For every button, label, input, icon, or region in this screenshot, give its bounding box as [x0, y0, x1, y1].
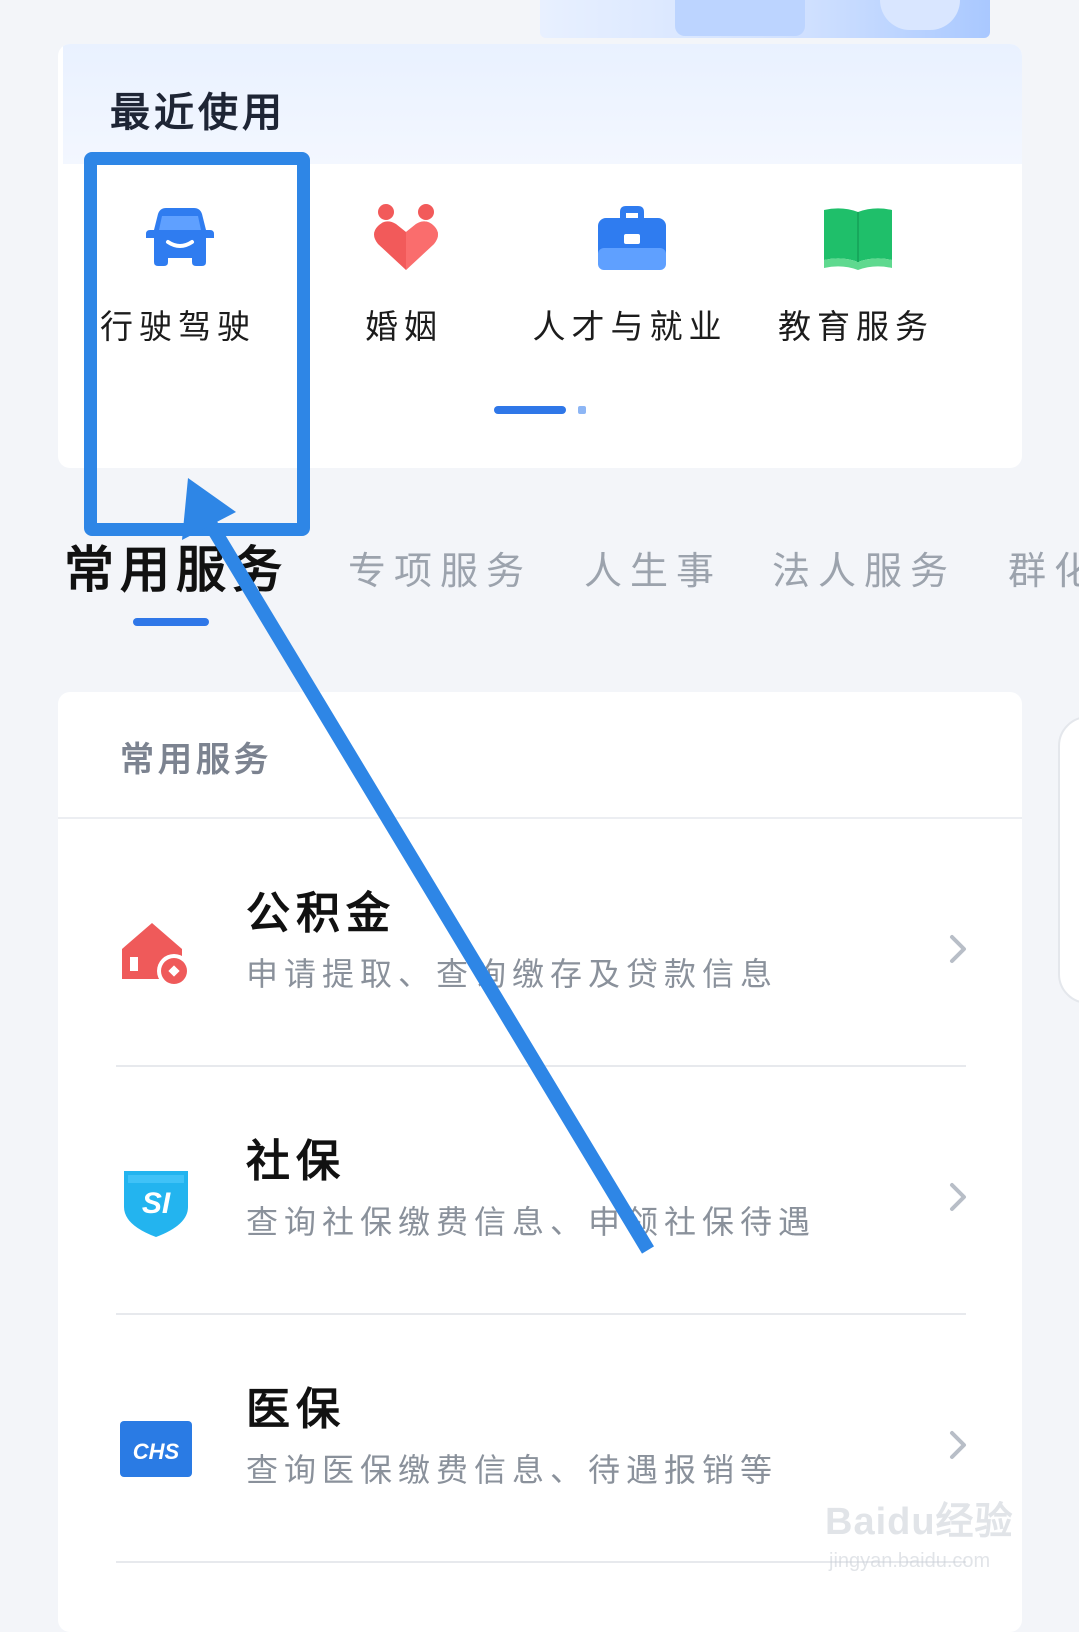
briefcase-icon [598, 206, 666, 270]
pager-dot[interactable] [578, 406, 586, 414]
recent-item-label: 人才与就业 [532, 307, 728, 346]
chevron-right-icon [950, 935, 966, 963]
book-icon [824, 208, 892, 270]
banner-graphic [675, 0, 805, 36]
service-name: 医保 [246, 1384, 346, 1435]
service-desc: 查询医保缴费信息、待遇报销等 [246, 1451, 779, 1489]
banner-peek[interactable] [540, 0, 990, 38]
recent-item-talent-employment[interactable]: 人才与就业 [530, 204, 730, 364]
service-item-housing-fund[interactable]: 公积金 申请提取、查询缴存及贷款信息 [58, 819, 1022, 1067]
recent-item-label: 教育服务 [778, 307, 934, 346]
watermark: Baidu经验 jingyan.baidu.com [825, 1490, 1025, 1590]
service-item-social-security[interactable]: SI 社保 查询社保缴费信息、申领社保待遇 [58, 1067, 1022, 1315]
tab-common-services[interactable]: 常用服务 [64, 530, 288, 602]
common-services-title: 常用服务 [120, 740, 272, 780]
chevron-right-icon [950, 1431, 966, 1459]
svg-text:CHS: CHS [133, 1439, 180, 1464]
service-name: 公积金 [246, 888, 396, 939]
tab-group-services[interactable]: 群化 [1008, 540, 1079, 595]
service-desc: 查询社保缴费信息、申领社保待遇 [246, 1203, 817, 1241]
service-desc: 申请提取、查询缴存及贷款信息 [246, 955, 779, 993]
chs-icon: CHS [120, 1421, 192, 1477]
si-shield-icon: SI [124, 1171, 188, 1237]
recent-item-education[interactable]: 教育服务 [756, 204, 956, 364]
annotation-highlight-box [84, 152, 310, 536]
tab-special-services[interactable]: 专项服务 [348, 540, 532, 595]
recent-used-title: 最近使用 [110, 90, 286, 136]
recent-item-marriage[interactable]: 婚姻 [304, 204, 504, 364]
tab-legal-person-services[interactable]: 法人服务 [772, 540, 956, 595]
service-name: 社保 [246, 1136, 346, 1187]
watermark-url: jingyan.baidu.com [829, 1550, 991, 1572]
side-panel-peek[interactable] [1058, 716, 1079, 1004]
pager-dot-active[interactable] [494, 406, 566, 414]
tab-active-indicator [133, 618, 209, 626]
watermark-logo: Baidu经验 [825, 1501, 1014, 1543]
heart-icon [374, 204, 438, 270]
recent-item-label: 婚姻 [365, 307, 443, 346]
svg-text:SI: SI [142, 1187, 171, 1220]
house-coin-icon [122, 923, 191, 988]
tab-life-events[interactable]: 人生事 [584, 540, 722, 595]
common-services-header: 常用服务 [58, 692, 1022, 819]
chevron-right-icon [950, 1183, 966, 1211]
banner-graphic [880, 0, 960, 30]
